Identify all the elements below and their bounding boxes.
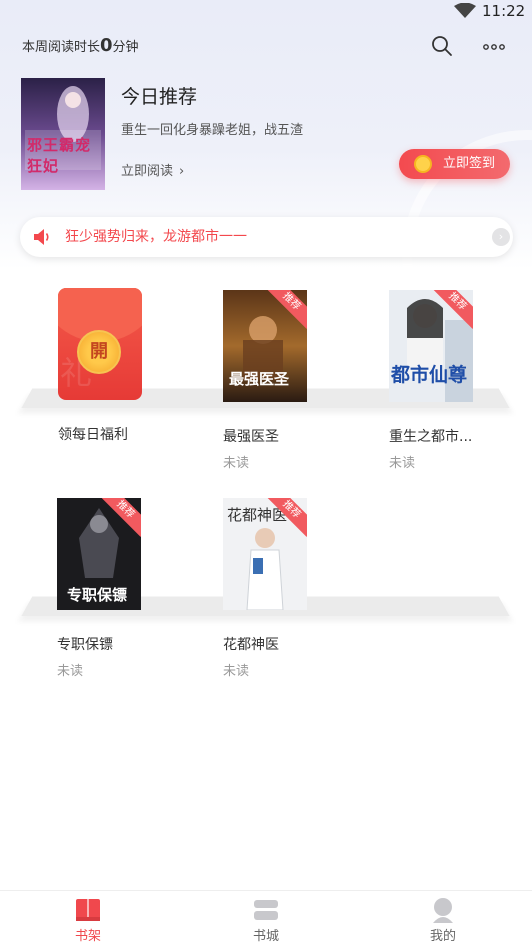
book-title: 重生之都市...	[389, 429, 473, 445]
tab-bookstore[interactable]: 书城	[236, 891, 296, 944]
welfare-label: 领每日福利	[58, 427, 128, 443]
reading-time-minutes: 0	[100, 35, 113, 56]
profile-icon	[433, 898, 453, 923]
book-title: 最强医圣	[223, 429, 279, 445]
read-now-label: 立即阅读	[121, 164, 174, 179]
speaker-icon	[34, 229, 49, 245]
search-icon[interactable]	[430, 34, 454, 58]
header: 本周阅读时长0分钟	[0, 30, 532, 64]
bookshelf-icon	[76, 899, 100, 921]
tab-label: 书城	[252, 929, 279, 944]
bookstore-icon	[254, 900, 278, 920]
book-read-status: 未读	[223, 456, 250, 471]
envelope-seal: 開	[77, 330, 121, 374]
tab-bookshelf[interactable]: 书架	[58, 891, 118, 944]
red-envelope-icon: 礼 開	[58, 288, 142, 400]
notice-bar[interactable]: 狂少强势归来，龙游都市一一 ›	[20, 217, 513, 257]
more-icon[interactable]	[482, 34, 506, 58]
today-recommendation: 邪王霸宠狂妃 今日推荐 重生一回化身暴躁老姐，战五渣 立即阅读 › 立即签到	[0, 78, 532, 193]
book-read-status: 未读	[57, 664, 84, 679]
reading-time-prefix: 本周阅读时长	[22, 40, 101, 55]
weekly-reading-time: 本周阅读时长0分钟	[22, 34, 139, 60]
tab-label: 我的	[429, 929, 456, 944]
signin-label: 立即签到	[443, 156, 496, 171]
recommend-book-cover[interactable]: 邪王霸宠狂妃	[21, 78, 105, 190]
recommend-title: 今日推荐	[121, 86, 198, 108]
wifi-icon	[454, 3, 476, 18]
reading-time-unit: 分钟	[112, 40, 139, 55]
book-cover-title: 专职保镖	[67, 586, 128, 604]
bottom-tab-bar: 书架 书城 我的	[0, 890, 532, 944]
book-title: 花都神医	[223, 637, 279, 653]
recommend-cover-title: 邪王霸宠狂妃	[27, 136, 92, 175]
book-cover: 花都神医 推荐	[223, 498, 307, 610]
tab-profile[interactable]: 我的	[413, 891, 473, 944]
book-read-status: 未读	[389, 456, 416, 471]
book-cover-title: 最强医圣	[229, 370, 290, 388]
book-cover-title: 都市仙尊	[391, 364, 468, 386]
book-title: 专职保镖	[57, 637, 113, 653]
book-cover: 专职保镖 推荐	[57, 498, 141, 610]
status-bar: 11:22	[0, 0, 532, 24]
book-cover: 最强医圣 推荐	[223, 290, 307, 402]
chevron-right-icon[interactable]: ›	[492, 228, 510, 246]
status-time: 11:22	[482, 2, 526, 20]
tab-label: 书架	[74, 929, 101, 944]
read-now-link[interactable]: 立即阅读 ›	[121, 160, 184, 179]
chevron-right-icon: ›	[179, 164, 185, 179]
book-cover: 都市仙尊 推荐	[389, 290, 473, 402]
signin-button[interactable]: 立即签到	[399, 149, 510, 179]
book-read-status: 未读	[223, 664, 250, 679]
coin-icon	[414, 155, 432, 173]
recommend-description: 重生一回化身暴躁老姐，战五渣	[121, 123, 304, 138]
notice-text: 狂少强势归来，龙游都市一一	[65, 229, 247, 245]
